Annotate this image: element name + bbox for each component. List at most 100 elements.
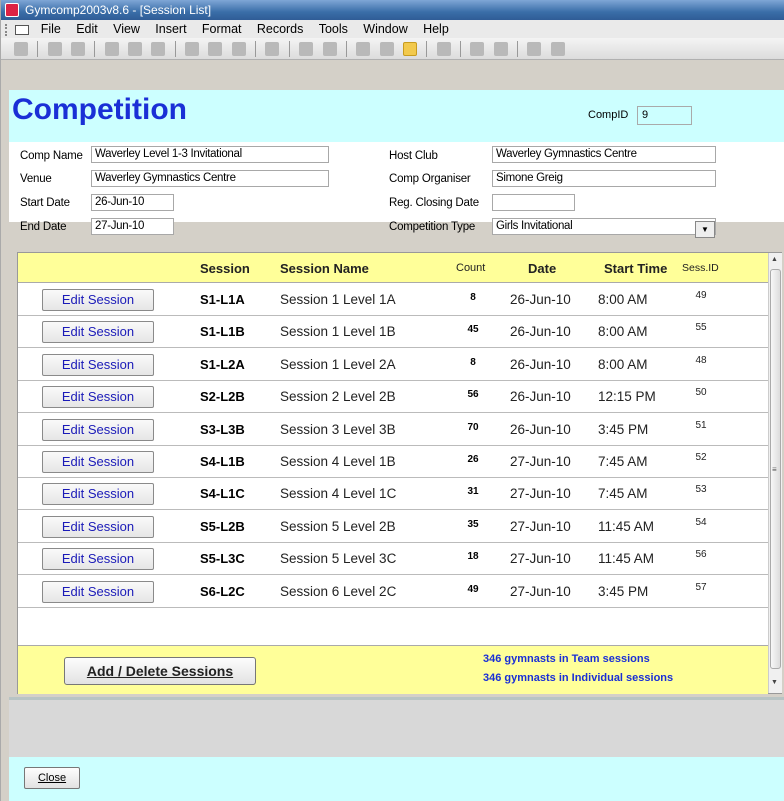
venue-label: Venue <box>20 173 52 185</box>
comp-type-dropdown-button[interactable]: ▼ <box>695 221 715 238</box>
sort-descending-icon[interactable] <box>322 42 337 56</box>
menu-format[interactable]: Format <box>202 20 242 38</box>
end-date-label: End Date <box>20 221 67 233</box>
session-name: Session 2 Level 2B <box>280 389 396 405</box>
menu-view[interactable]: View <box>113 20 140 38</box>
chevron-down-icon: ▼ <box>701 225 709 234</box>
header-date: Date <box>528 261 557 276</box>
menu-records[interactable]: Records <box>257 20 304 38</box>
edit-session-button[interactable]: Edit Session <box>42 418 154 441</box>
filter-by-selection-icon[interactable] <box>356 42 371 56</box>
save-icon[interactable] <box>47 42 62 56</box>
session-code: S1-L1A <box>200 292 245 307</box>
host-club-field[interactable]: Waverley Gymnastics Centre <box>492 146 716 163</box>
menu-insert[interactable]: Insert <box>155 20 186 38</box>
start-date-field[interactable]: 26-Jun-10 <box>91 194 174 211</box>
edit-session-button[interactable]: Edit Session <box>42 451 154 473</box>
edit-session-button[interactable]: Edit Session <box>42 353 154 376</box>
session-id: 55 <box>695 322 707 334</box>
venue-field[interactable]: Waverley Gymnastics Centre <box>91 170 329 187</box>
session-name: Session 1 Level 1B <box>280 324 396 340</box>
cut-icon[interactable] <box>185 42 200 56</box>
comp-organiser-label: Comp Organiser <box>389 173 471 185</box>
table-row: Edit Session S4-L1C Session 4 Level 1C 31 27… <box>18 478 768 511</box>
menubar-grip-icon <box>5 23 8 36</box>
delete-record-icon[interactable] <box>493 42 508 56</box>
comp-organiser-field[interactable]: Simone Greig <box>492 170 716 187</box>
close-button[interactable]: Close <box>24 767 80 789</box>
session-name: Session 1 Level 1A <box>280 292 396 307</box>
print-icon[interactable] <box>104 42 119 56</box>
form-footer <box>9 757 784 801</box>
session-date: 26-Jun-10 <box>510 356 571 372</box>
menu-file[interactable]: File <box>41 20 61 38</box>
title-bar: Gymcomp2003v8.6 - [Session List] <box>1 0 784 20</box>
apply-filter-icon[interactable] <box>402 42 417 56</box>
session-start-time: 3:45 PM <box>598 421 649 437</box>
scroll-up-icon[interactable]: ▲ <box>771 256 778 263</box>
edit-session-button[interactable]: Edit Session <box>42 483 154 506</box>
header-session: Session <box>200 261 250 276</box>
session-list-header: Session Session Name Count Date Start Ti… <box>18 253 768 283</box>
edit-session-button[interactable]: Edit Session <box>42 548 154 571</box>
menu-help[interactable]: Help <box>423 20 449 38</box>
header-start-time: Start Time <box>604 261 668 276</box>
session-name: Session 3 Level 3B <box>280 421 396 437</box>
design-view-icon[interactable] <box>14 42 28 56</box>
database-window-icon[interactable] <box>527 42 542 56</box>
comp-name-field[interactable]: Waverley Level 1-3 Invitational <box>91 146 329 163</box>
individual-total: 346 gymnasts in Individual sessions <box>483 672 674 684</box>
new-record-icon[interactable] <box>470 42 485 56</box>
undo-icon[interactable] <box>265 42 280 56</box>
new-object-icon[interactable] <box>550 42 565 56</box>
form-icon[interactable] <box>15 24 30 35</box>
session-id: 49 <box>695 290 707 301</box>
edit-session-button[interactable]: Edit Session <box>42 515 154 538</box>
toolbar-separator <box>37 41 39 57</box>
edit-session-button[interactable]: Edit Session <box>42 321 154 344</box>
session-id: 48 <box>695 354 707 366</box>
filter-by-form-icon[interactable] <box>379 42 394 56</box>
reg-closing-date-field[interactable] <box>492 194 575 211</box>
menu-edit[interactable]: Edit <box>76 20 98 38</box>
add-delete-sessions-label: Add / Delete Sessions <box>86 663 234 679</box>
toolbar-separator <box>426 41 428 57</box>
session-start-time: 7:45 AM <box>598 486 648 502</box>
add-delete-sessions-button[interactable]: Add / Delete Sessions <box>64 657 256 685</box>
comp-type-select[interactable]: Girls Invitational <box>492 218 716 235</box>
session-id: 50 <box>695 387 707 399</box>
session-start-time: 8:00 AM <box>598 324 648 340</box>
sort-ascending-icon[interactable] <box>299 42 314 56</box>
comp-id-field[interactable]: 9 <box>637 106 692 125</box>
session-code: S1-L2A <box>200 356 245 372</box>
print-preview-icon[interactable] <box>128 42 143 56</box>
session-count: 8 <box>470 292 476 303</box>
header-session-id: Sess.ID <box>682 262 719 274</box>
spelling-icon[interactable] <box>151 42 166 56</box>
session-code: S5-L3C <box>200 551 245 567</box>
edit-session-button[interactable]: Edit Session <box>42 386 154 409</box>
toolbar <box>1 38 784 60</box>
session-start-time: 7:45 AM <box>598 454 648 469</box>
find-icon[interactable] <box>436 42 451 56</box>
session-code: S2-L2B <box>200 389 245 405</box>
session-name: Session 1 Level 2A <box>280 356 396 372</box>
session-id: 53 <box>695 484 707 496</box>
table-row: Edit Session S1-L1A Session 1 Level 1A 8 26-… <box>18 284 768 316</box>
search-file-icon[interactable] <box>71 42 86 56</box>
end-date-field[interactable]: 27-Jun-10 <box>91 218 174 235</box>
comp-name-label: Comp Name <box>20 150 83 162</box>
menu-bar: File Edit View Insert Format Records Too… <box>1 20 784 38</box>
vertical-scrollbar[interactable]: ▲ ≡ ▼ <box>768 253 782 693</box>
toolbar-separator <box>345 41 347 57</box>
menu-window[interactable]: Window <box>363 20 407 38</box>
menu-tools[interactable]: Tools <box>319 20 348 38</box>
edit-session-button[interactable]: Edit Session <box>42 289 154 311</box>
table-row: Edit Session S2-L2B Session 2 Level 2B 56 26… <box>18 381 768 414</box>
paste-icon[interactable] <box>231 42 246 56</box>
scroll-down-icon[interactable]: ▼ <box>771 679 778 686</box>
edit-session-button[interactable]: Edit Session <box>42 580 154 603</box>
copy-icon[interactable] <box>208 42 223 56</box>
session-start-time: 8:00 AM <box>598 292 648 307</box>
toolbar-separator <box>516 41 518 57</box>
